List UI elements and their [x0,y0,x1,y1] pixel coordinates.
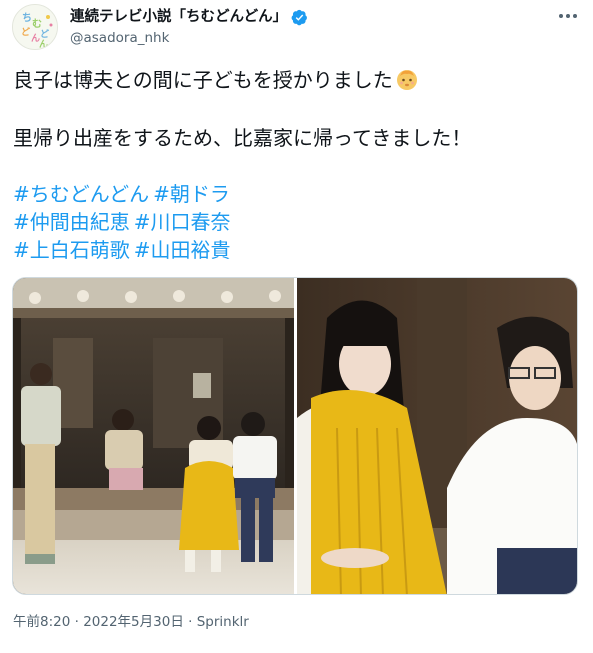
hashtag-link[interactable]: #仲間由紀恵 [13,210,130,234]
tweet-text-line1-content: 良子は博夫との間に子どもを授かりました [13,68,393,92]
hashtag-row: #ちむどんどん #朝ドラ [13,180,235,208]
hashtag-row: #上白石萌歌 #山田裕貴 [13,236,235,264]
author-avatar[interactable]: ち む ど ん ど ん [12,4,58,50]
author-name-row[interactable]: 連続テレビ小説「ちむどんどん」 [70,7,308,27]
svg-text:ち: ち [22,12,32,24]
author-handle[interactable]: @asadora_nhk [70,29,169,47]
tweet-date[interactable]: 2022年5月30日 [83,614,184,630]
hashtag-link[interactable]: #山田裕貴 [134,238,231,262]
svg-text:む: む [32,18,42,30]
meta-separator: · [70,614,84,630]
hashtag-row: #仲間由紀恵 #川口春奈 [13,208,235,236]
media-grid [12,277,578,595]
tweet-text-line1: 良子は博夫との間に子どもを授かりました [13,66,419,94]
author-display-name[interactable]: 連続テレビ小説「ちむどんどん」 [70,7,287,27]
hashtag-link[interactable]: #ちむどんどん [13,182,149,206]
hashtag-link[interactable]: #川口春奈 [134,210,231,234]
verified-badge-icon [291,9,308,25]
meta-separator: · [183,614,197,630]
tweet-text-line2: 里帰り出産をするため、比嘉家に帰ってきました！ [13,126,472,150]
more-dots-icon[interactable] [556,6,580,26]
tweet-time[interactable]: 午前8:20 [13,614,70,630]
tweet-meta: 午前8:20 · 2022年5月30日 · Sprinklr [13,613,249,631]
tweet-card: ち む ど ん ど ん 連続テレビ小説「ちむどんどん」 @asadora_nhk… [0,0,593,653]
svg-text:ど: ど [21,26,30,38]
hashtag-block: #ちむどんどん #朝ドラ #仲間由紀恵 #川口春奈 #上白石萌歌 #山田裕貴 [13,180,235,264]
tweet-source[interactable]: Sprinklr [197,614,249,630]
svg-text:ん: ん [39,39,48,50]
hashtag-link[interactable]: #上白石萌歌 [13,238,130,262]
family-on-porch-photo[interactable] [13,278,294,595]
couple-closeup-photo[interactable] [297,278,578,595]
chimudondon-logo-icon: ち む ど ん ど ん [13,5,57,50]
hashtag-link[interactable]: #朝ドラ [153,182,230,206]
baby-face-emoji-icon [396,70,417,90]
svg-text:ど: ど [40,28,49,40]
